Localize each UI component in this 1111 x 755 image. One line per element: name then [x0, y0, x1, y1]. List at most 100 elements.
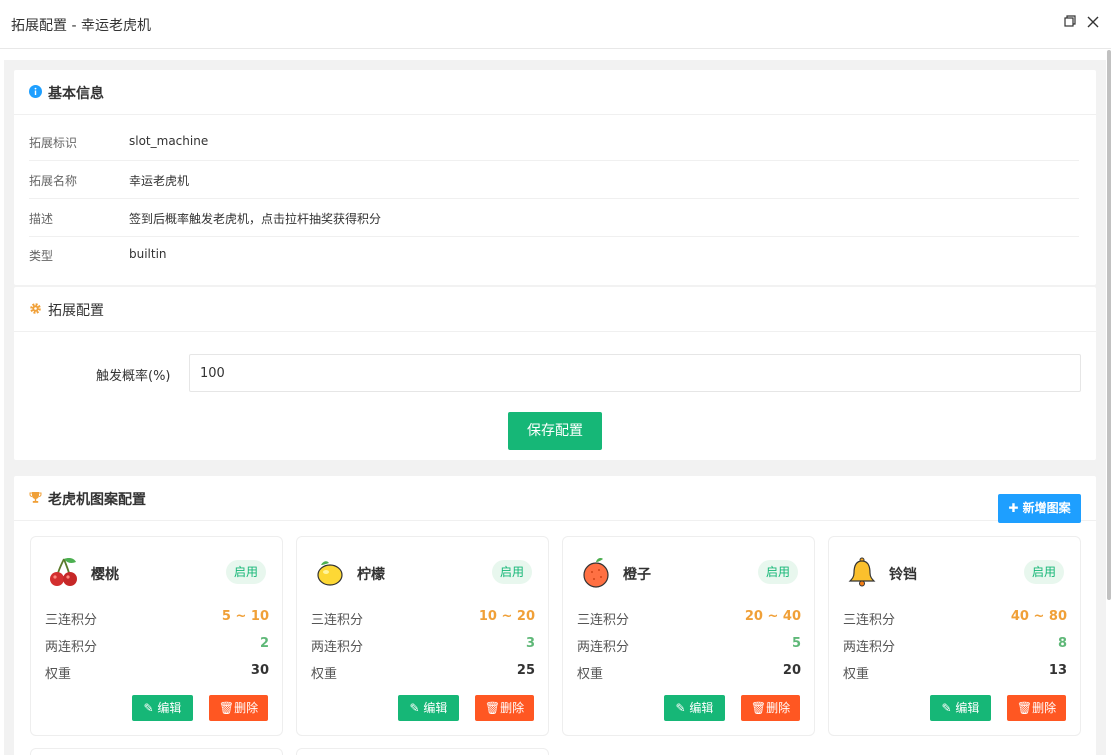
info-value: slot_machine — [129, 134, 209, 148]
scrollbar[interactable] — [1107, 50, 1111, 600]
symbol-card-partial — [296, 748, 549, 755]
close-icon[interactable] — [1085, 15, 1101, 31]
triple-stat: 三连积分 40 ~ 80 — [843, 609, 1067, 629]
trash-icon: 🗑 — [1016, 701, 1033, 715]
info-row-name: 拓展名称 幸运老虎机 — [29, 161, 1079, 199]
symbol-card-bell: 铃铛 启用 三连积分 40 ~ 80 两连积分 8 权重 13 ✎ 编辑 🗑删除 — [828, 536, 1081, 736]
save-config-button[interactable]: 保存配置 — [508, 412, 602, 450]
delete-label: 删除 — [500, 701, 525, 715]
edit-label: 编辑 — [689, 701, 714, 715]
config-header: 拓展配置 — [14, 287, 1096, 332]
trash-icon: 🗑 — [750, 701, 767, 715]
edit-button[interactable]: ✎ 编辑 — [664, 695, 725, 721]
window-title: 拓展配置 - 幸运老虎机 — [11, 18, 151, 34]
edit-icon: ✎ — [409, 701, 424, 715]
double-stat: 两连积分 3 — [311, 636, 535, 656]
stat-label: 两连积分 — [45, 640, 98, 655]
stat-label: 权重 — [577, 667, 604, 682]
basic-info-title: 基本信息 — [48, 86, 104, 102]
stat-label: 权重 — [311, 667, 338, 682]
edit-button[interactable]: ✎ 编辑 — [132, 695, 193, 721]
trash-icon: 🗑 — [484, 701, 501, 715]
delete-button[interactable]: 🗑删除 — [741, 695, 800, 721]
weight-value: 13 — [1048, 663, 1067, 678]
weight-value: 20 — [782, 663, 801, 678]
stat-label: 三连积分 — [843, 613, 896, 628]
stat-label: 两连积分 — [843, 640, 896, 655]
edit-label: 编辑 — [955, 701, 980, 715]
info-value: 签到后概率触发老虎机，点击拉杆抽奖获得积分 — [129, 212, 382, 226]
stat-label: 三连积分 — [577, 613, 630, 628]
double-stat: 两连积分 2 — [45, 636, 269, 656]
lemon-icon — [313, 555, 347, 589]
symbol-name: 橙子 — [623, 567, 651, 583]
double-value: 3 — [525, 636, 535, 651]
symbol-card-partial — [30, 748, 283, 755]
weight-stat: 权重 20 — [577, 663, 801, 683]
add-symbol-label: 新增图案 — [1022, 501, 1071, 515]
info-label: 类型 — [29, 249, 54, 263]
delete-label: 删除 — [1032, 701, 1057, 715]
config-title: 拓展配置 — [48, 303, 104, 319]
stat-label: 三连积分 — [311, 613, 364, 628]
triple-value: 20 ~ 40 — [744, 609, 801, 624]
edit-button[interactable]: ✎ 编辑 — [398, 695, 459, 721]
stat-label: 两连积分 — [577, 640, 630, 655]
delete-button[interactable]: 🗑删除 — [475, 695, 534, 721]
symbol-card-cherry: 樱桃 启用 三连积分 5 ~ 10 两连积分 2 权重 30 ✎ 编辑 🗑删除 — [30, 536, 283, 736]
info-row-id: 拓展标识 slot_machine — [29, 123, 1079, 161]
info-value: 幸运老虎机 — [129, 174, 190, 188]
double-value: 2 — [259, 636, 269, 651]
double-stat: 两连积分 8 — [843, 636, 1067, 656]
basic-info-panel: 基本信息 拓展标识 slot_machine 拓展名称 幸运老虎机 描述 签到后… — [14, 70, 1096, 285]
plus-icon: ✚ — [1008, 501, 1023, 515]
trigger-probability-input[interactable] — [189, 354, 1081, 392]
basic-info-header: 基本信息 — [14, 70, 1096, 115]
symbol-card-lemon: 柠檬 启用 三连积分 10 ~ 20 两连积分 3 权重 25 ✎ 编辑 🗑删除 — [296, 536, 549, 736]
config-panel: 拓展配置 触发概率(%) 保存配置 — [14, 287, 1096, 460]
info-row-description: 描述 签到后概率触发老虎机，点击拉杆抽奖获得积分 — [29, 199, 1079, 237]
info-label: 拓展标识 — [29, 136, 78, 150]
symbol-name: 柠檬 — [357, 567, 385, 583]
status-badge: 启用 — [225, 560, 266, 584]
double-value: 8 — [1057, 636, 1067, 651]
edit-icon: ✎ — [941, 701, 956, 715]
edit-button[interactable]: ✎ 编辑 — [930, 695, 991, 721]
edit-label: 编辑 — [423, 701, 448, 715]
orange-icon — [579, 555, 613, 589]
add-symbol-button[interactable]: ✚ 新增图案 — [998, 494, 1081, 523]
symbols-panel: 老虎机图案配置 ✚ 新增图案 樱桃 启用 三连积分 5 ~ 10 两连积分 2 … — [14, 476, 1096, 755]
info-value: builtin — [129, 247, 167, 261]
triple-value: 40 ~ 80 — [1010, 609, 1067, 624]
delete-label: 删除 — [766, 701, 791, 715]
symbols-header: 老虎机图案配置 — [14, 476, 1096, 521]
bell-icon — [845, 555, 879, 589]
info-row-type: 类型 builtin — [29, 236, 1079, 274]
triple-value: 5 ~ 10 — [221, 609, 269, 624]
gear-icon — [29, 302, 42, 315]
delete-button[interactable]: 🗑删除 — [209, 695, 268, 721]
delete-button[interactable]: 🗑删除 — [1007, 695, 1066, 721]
stat-label: 权重 — [843, 667, 870, 682]
info-label: 拓展名称 — [29, 174, 78, 188]
weight-stat: 权重 25 — [311, 663, 535, 683]
trash-icon: 🗑 — [218, 701, 235, 715]
trophy-icon — [29, 491, 42, 504]
weight-value: 30 — [250, 663, 269, 678]
double-stat: 两连积分 5 — [577, 636, 801, 656]
weight-value: 25 — [516, 663, 535, 678]
symbol-name: 铃铛 — [889, 567, 917, 583]
status-badge: 启用 — [491, 560, 532, 584]
trigger-probability-label: 触发概率(%) — [96, 369, 171, 384]
symbol-name: 樱桃 — [91, 567, 119, 583]
triple-stat: 三连积分 10 ~ 20 — [311, 609, 535, 629]
status-badge: 启用 — [1023, 560, 1064, 584]
symbol-card-orange: 橙子 启用 三连积分 20 ~ 40 两连积分 5 权重 20 ✎ 编辑 🗑删除 — [562, 536, 815, 736]
weight-stat: 权重 13 — [843, 663, 1067, 683]
restore-icon[interactable] — [1062, 15, 1078, 31]
info-label: 描述 — [29, 212, 54, 226]
weight-stat: 权重 30 — [45, 663, 269, 683]
stat-label: 权重 — [45, 667, 72, 682]
triple-stat: 三连积分 20 ~ 40 — [577, 609, 801, 629]
stat-label: 两连积分 — [311, 640, 364, 655]
